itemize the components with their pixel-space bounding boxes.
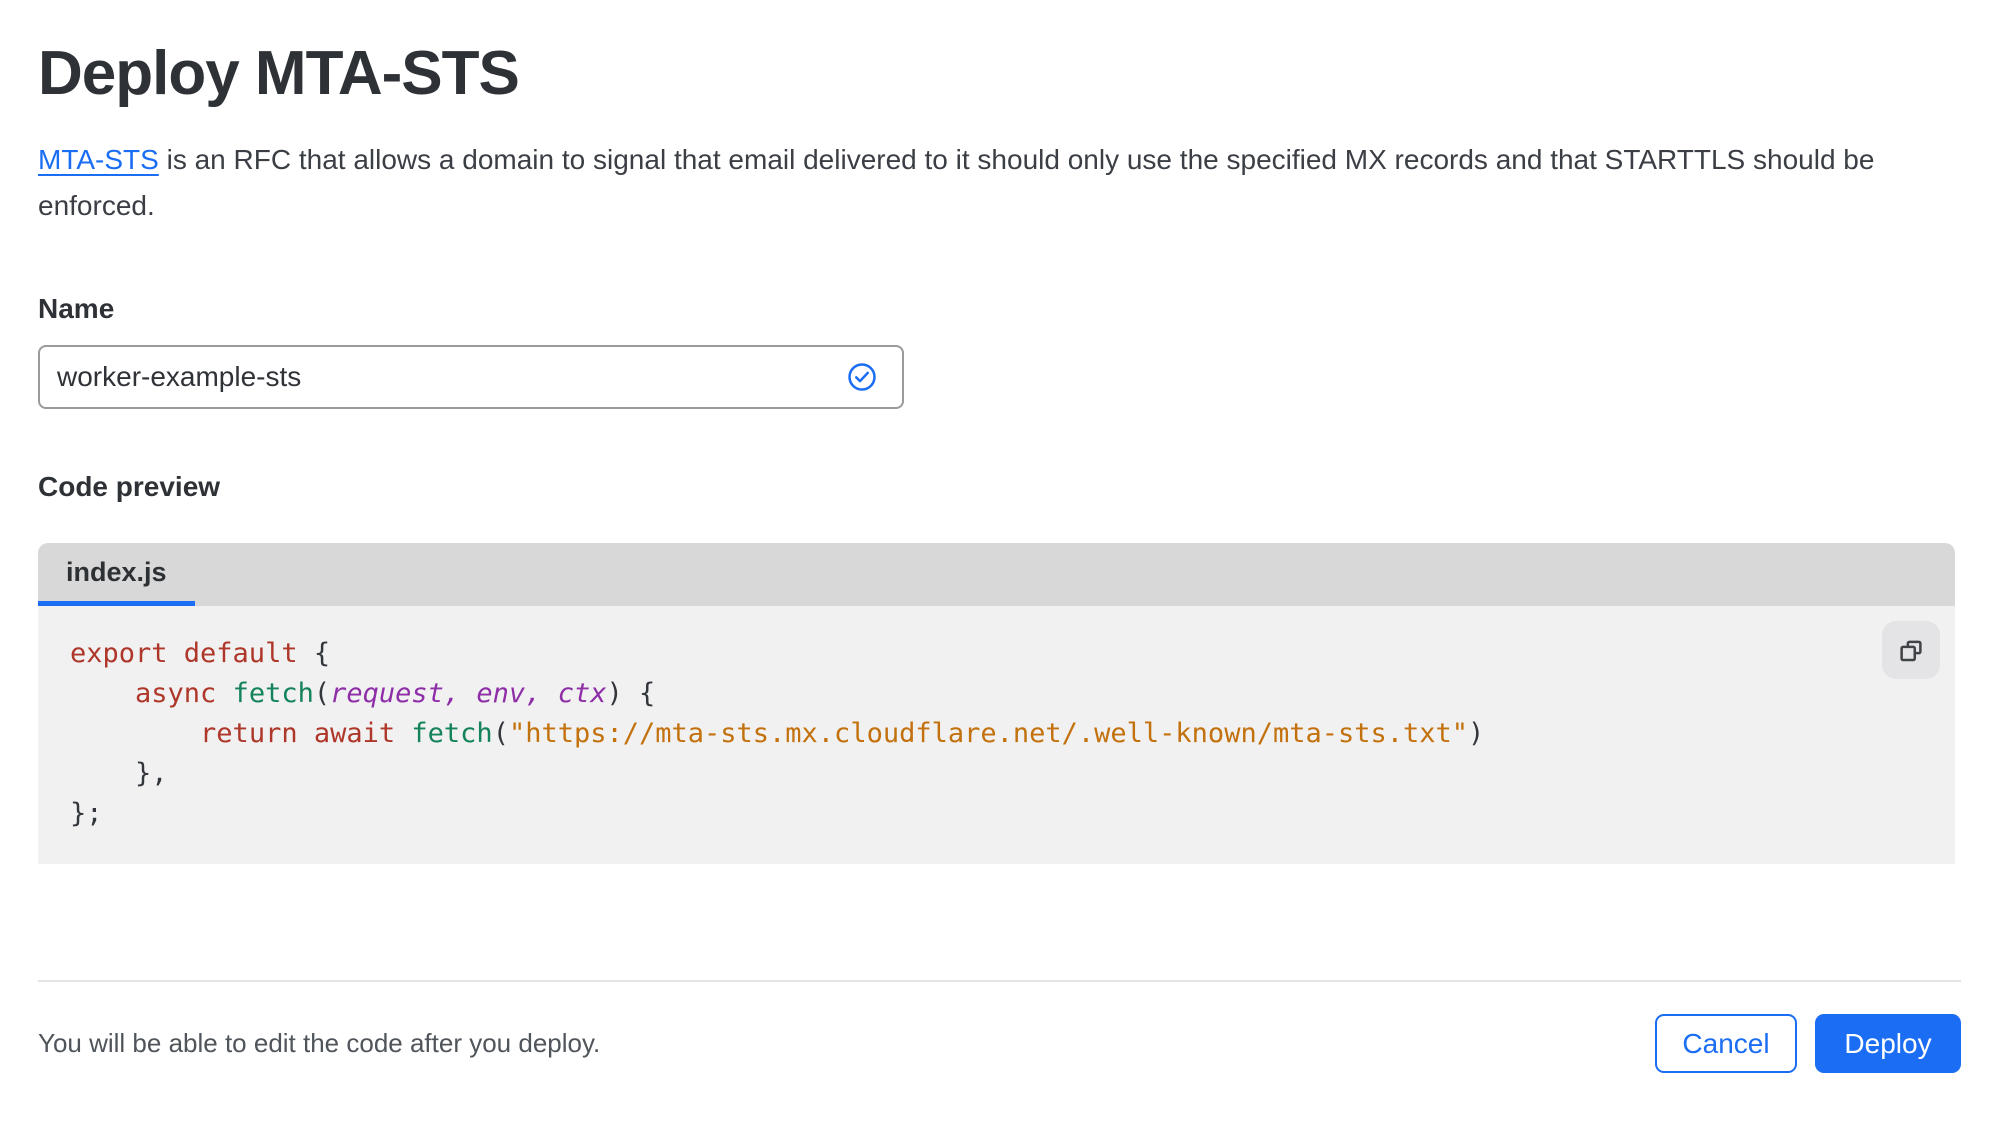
mta-sts-link[interactable]: MTA-STS: [38, 144, 159, 175]
copy-code-button[interactable]: [1882, 621, 1940, 679]
cancel-button[interactable]: Cancel: [1655, 1014, 1797, 1073]
tab-index-js[interactable]: index.js: [38, 543, 195, 606]
footer: You will be able to edit the code after …: [38, 1014, 1961, 1073]
footer-divider: [38, 980, 1961, 982]
name-input-wrap: [38, 345, 904, 409]
code-line: },: [70, 758, 168, 789]
name-input[interactable]: [38, 345, 904, 409]
footer-actions: Cancel Deploy: [1655, 1014, 1961, 1073]
code-line: export default {: [70, 638, 331, 669]
code-preview-heading: Code preview: [38, 471, 221, 502]
code-line: };: [70, 798, 103, 829]
name-field-label: Name: [38, 293, 115, 324]
code-preview-card: index.js export default { async fetch(re…: [38, 543, 1955, 864]
deploy-button[interactable]: Deploy: [1815, 1014, 1961, 1073]
description-text: MTA-STS is an RFC that allows a domain t…: [38, 137, 1928, 229]
code-line: return await fetch("https://mta-sts.mx.c…: [200, 718, 1485, 749]
code-area: export default { async fetch(request, en…: [38, 606, 1955, 864]
description-body: is an RFC that allows a domain to signal…: [38, 144, 1875, 221]
page-title: Deploy MTA-STS: [38, 39, 520, 108]
deploy-mta-sts-page: Deploy MTA-STS MTA-STS is an RFC that al…: [0, 0, 1999, 1073]
code-tab-bar: index.js: [38, 543, 1955, 606]
code-lines: export default { async fetch(request, en…: [70, 634, 1955, 834]
code-line: async fetch(request, env, ctx) {: [135, 678, 656, 709]
check-circle-icon: [848, 363, 876, 391]
footer-note: You will be able to edit the code after …: [38, 1028, 601, 1058]
copy-icon: [1900, 640, 1922, 662]
